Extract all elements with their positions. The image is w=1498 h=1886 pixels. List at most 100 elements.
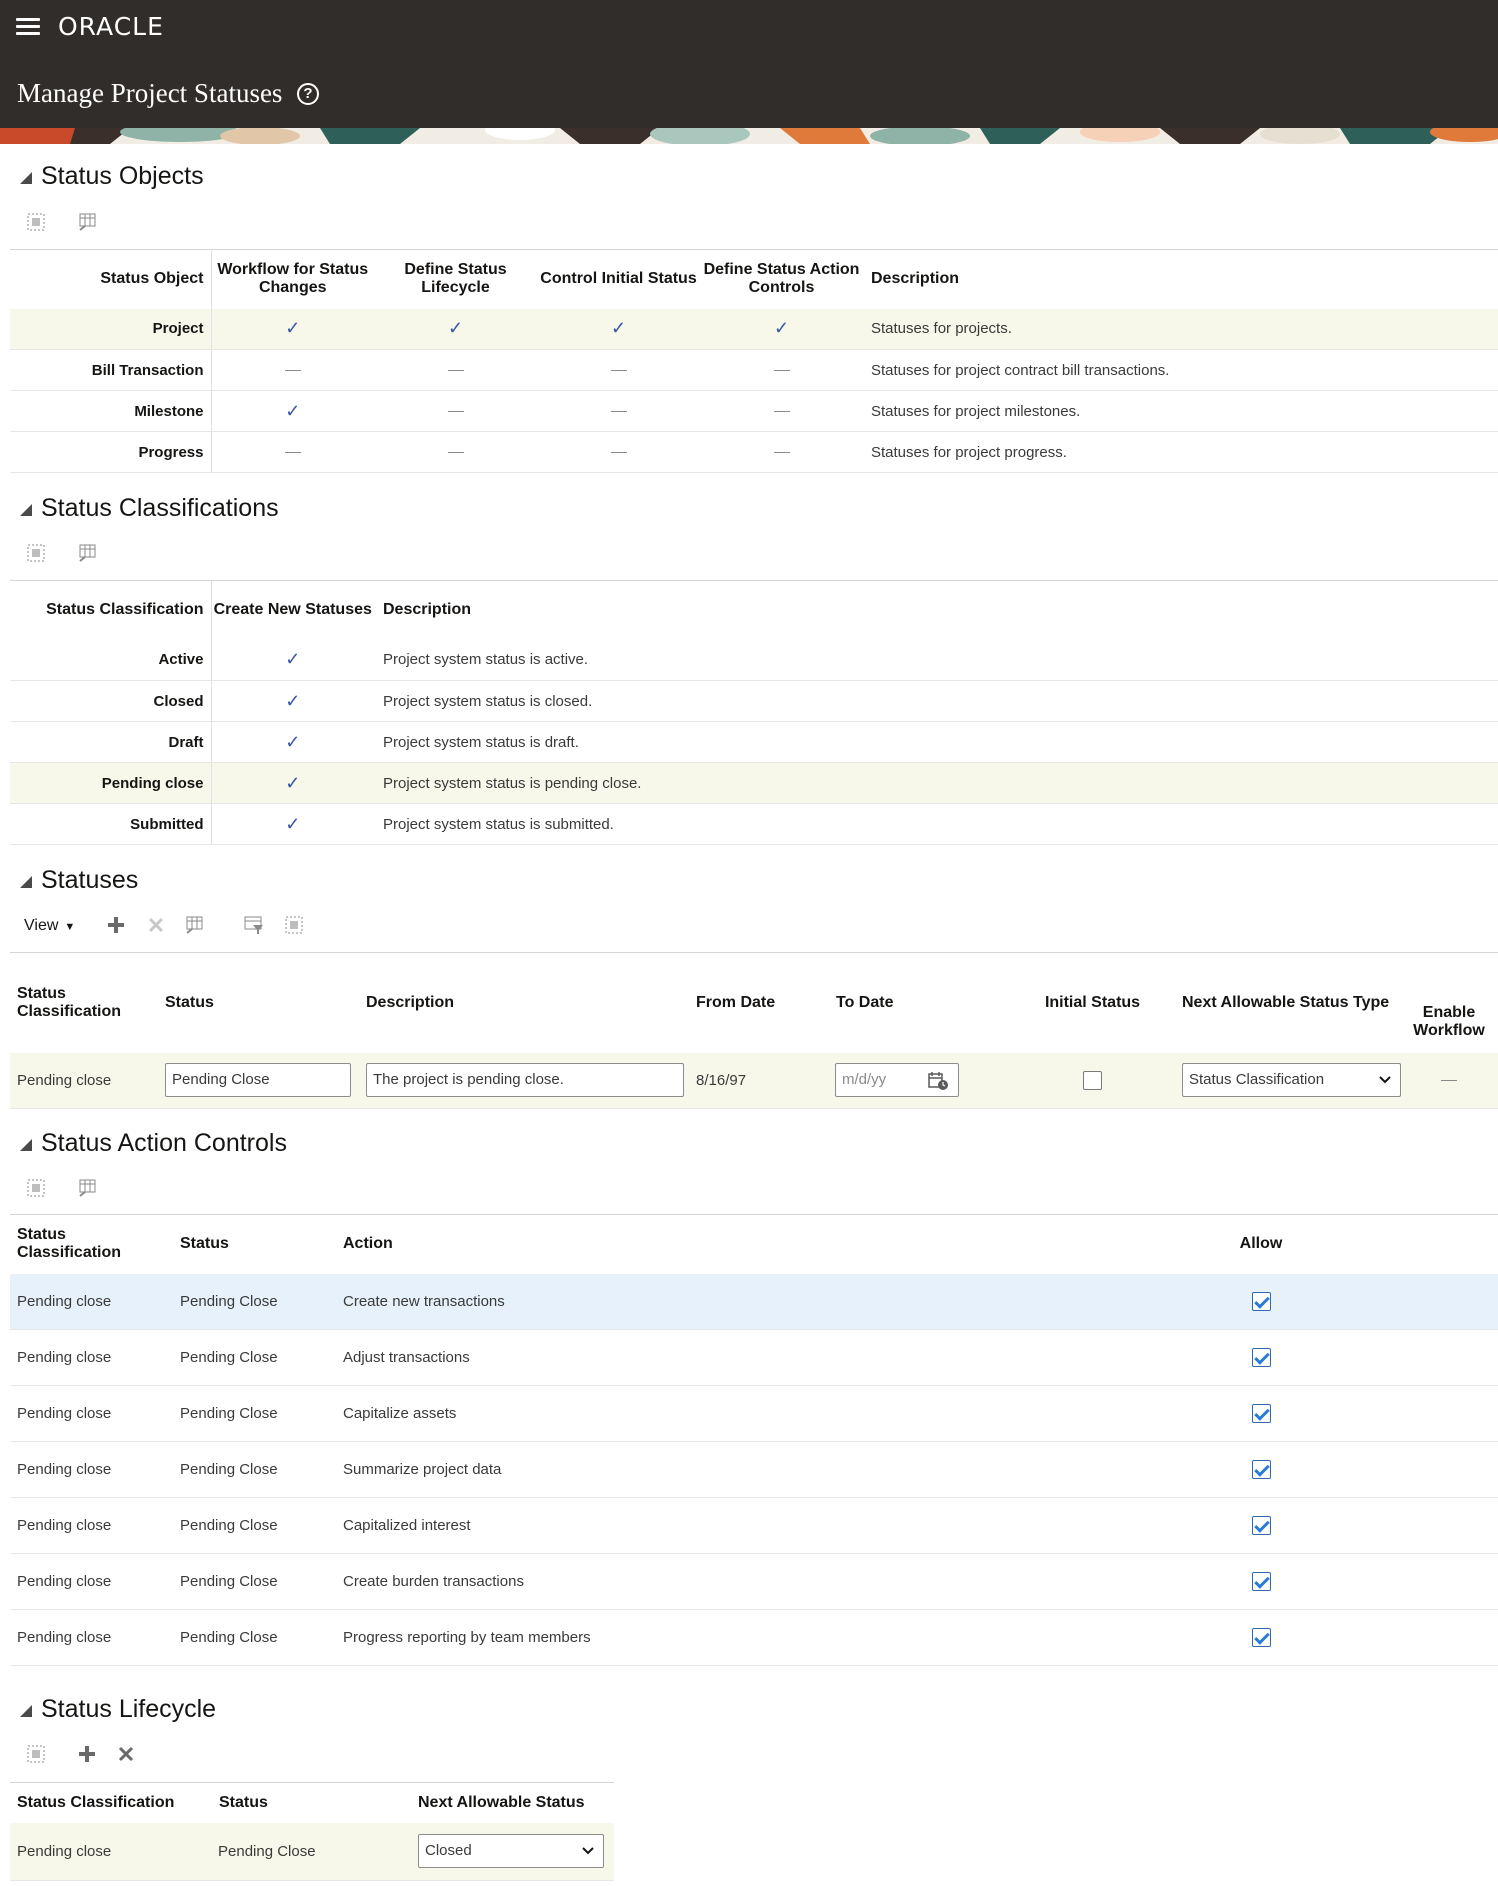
status-objects-header[interactable]: Status Objects	[10, 162, 410, 192]
oracle-logo[interactable]: ORACLE	[58, 12, 164, 41]
collapse-triangle-icon[interactable]	[20, 172, 32, 184]
col-workflow[interactable]: Workflow for Status Changes	[211, 250, 374, 309]
help-icon[interactable]: ?	[297, 83, 319, 105]
allow-checkbox[interactable]	[1251, 1516, 1271, 1535]
collapse-triangle-icon[interactable]	[20, 504, 32, 516]
detach-icon[interactable]	[283, 914, 305, 936]
col-enable-workflow[interactable]: Enable Workflow	[1400, 952, 1498, 1053]
freeze-columns-icon[interactable]	[76, 1177, 98, 1199]
table-row[interactable]: Pending close Pending Close Create new t…	[10, 1273, 1498, 1330]
freeze-columns-icon[interactable]	[76, 542, 98, 564]
col-status[interactable]: Status	[210, 1783, 410, 1823]
table-row[interactable]: Pending close Pending Close Closed	[10, 1822, 614, 1881]
detach-icon[interactable]	[25, 1177, 47, 1199]
col-action[interactable]: Action	[336, 1215, 1206, 1274]
table-row[interactable]: Active ✓ Project system status is active…	[10, 639, 1498, 681]
classification-name: Active	[10, 639, 212, 681]
delete-icon[interactable]	[115, 1743, 137, 1765]
collapse-triangle-icon[interactable]	[20, 1705, 32, 1717]
app-header: ORACLE Manage Project Statuses ?	[0, 0, 1498, 130]
col-description[interactable]: Description	[374, 581, 1498, 640]
detach-icon[interactable]	[25, 211, 47, 233]
classification-value: Pending close	[10, 1609, 173, 1666]
check-icon: ✓	[211, 721, 374, 763]
col-status[interactable]: Status	[151, 953, 352, 1053]
col-create-new-statuses[interactable]: Create New Statuses	[211, 581, 374, 640]
table-row[interactable]: Closed ✓ Project system status is closed…	[10, 680, 1498, 722]
table-row[interactable]: Pending close Pending Close Adjust trans…	[10, 1329, 1498, 1386]
classification-value: Pending close	[10, 1441, 173, 1498]
table-row[interactable]: Draft ✓ Project system status is draft.	[10, 721, 1498, 763]
col-allow[interactable]: Allow	[1206, 1215, 1316, 1274]
allow-checkbox[interactable]	[1251, 1348, 1271, 1367]
col-status-object[interactable]: Status Object	[10, 249, 212, 309]
add-icon[interactable]	[105, 914, 127, 936]
statuses-header[interactable]: Statuses	[10, 866, 410, 896]
col-status-classification[interactable]: Status Classification	[10, 1783, 210, 1823]
section-title: Status Action Controls	[41, 1129, 287, 1157]
status-action-controls-header[interactable]: Status Action Controls	[10, 1129, 410, 1159]
table-row[interactable]: Pending close ✓ Project system status is…	[10, 762, 1498, 804]
table-row[interactable]: Pending close Pending Close The project …	[10, 1052, 1498, 1109]
col-status-classification[interactable]: Status Classification	[10, 1215, 173, 1274]
add-icon[interactable]	[76, 1743, 98, 1765]
col-from-date[interactable]: From Date	[692, 953, 832, 1053]
allow-checkbox[interactable]	[1251, 1460, 1271, 1479]
col-initial-status[interactable]: Initial Status	[1015, 953, 1170, 1053]
table-row[interactable]: Project ✓ ✓ ✓ ✓ Statuses for projects.	[10, 308, 1498, 350]
classification-value: Pending close	[10, 1822, 210, 1881]
col-description[interactable]: Description	[863, 250, 1498, 309]
description-input[interactable]: The project is pending close.	[366, 1063, 684, 1098]
description: Statuses for project progress.	[863, 431, 1498, 473]
to-date-input[interactable]: m/d/yy	[835, 1063, 959, 1098]
col-next-allowable-status-type[interactable]: Next Allowable Status Type	[1170, 953, 1400, 1053]
calendar-icon[interactable]	[928, 1071, 950, 1091]
description: Project system status is closed.	[374, 680, 1498, 722]
status-classifications-table: Status Classification Create New Statuse…	[10, 580, 1498, 845]
status-lifecycle-header[interactable]: Status Lifecycle	[10, 1695, 410, 1725]
col-status-classification[interactable]: Status Classification	[10, 953, 151, 1053]
allow-checkbox[interactable]	[1251, 1291, 1271, 1311]
table-row[interactable]: Progress Statuses for project progress.	[10, 431, 1498, 473]
initial-status-checkbox[interactable]	[1083, 1070, 1102, 1090]
table-row[interactable]: Pending close Pending Close Create burde…	[10, 1553, 1498, 1610]
action-value: Summarize project data	[336, 1441, 1206, 1498]
allow-checkbox[interactable]	[1251, 1628, 1271, 1647]
allow-checkbox[interactable]	[1251, 1572, 1271, 1591]
table-row[interactable]: Pending close Pending Close Progress rep…	[10, 1609, 1498, 1666]
detach-icon[interactable]	[25, 1743, 47, 1765]
view-menu-label: View	[24, 917, 59, 934]
col-initial[interactable]: Control Initial Status	[537, 250, 700, 309]
view-menu[interactable]: View ▼	[24, 917, 75, 935]
table-row[interactable]: Submitted ✓ Project system status is sub…	[10, 803, 1498, 845]
query-by-example-icon[interactable]	[243, 914, 265, 936]
table-row[interactable]: Bill Transaction Statuses for project co…	[10, 349, 1498, 391]
table-row[interactable]: Pending close Pending Close Summarize pr…	[10, 1441, 1498, 1498]
col-description[interactable]: Description	[352, 953, 692, 1053]
freeze-columns-icon[interactable]	[183, 914, 205, 936]
col-next-allowable-status[interactable]: Next Allowable Status	[410, 1783, 614, 1823]
description: Statuses for project milestones.	[863, 390, 1498, 432]
collapse-triangle-icon[interactable]	[20, 876, 32, 888]
col-action-controls[interactable]: Define Status Action Controls	[700, 250, 863, 309]
col-to-date[interactable]: To Date	[832, 953, 1015, 1053]
status-value: Pending Close	[173, 1609, 336, 1666]
next-allowable-status-select[interactable]: Closed	[418, 1834, 604, 1869]
classification-name: Pending close	[10, 762, 212, 804]
next-allowable-status-type-select[interactable]: Status Classification	[1182, 1063, 1401, 1098]
col-status-classification[interactable]: Status Classification	[10, 580, 212, 640]
freeze-columns-icon[interactable]	[76, 211, 98, 233]
table-row[interactable]: Pending close Pending Close Capitalize a…	[10, 1385, 1498, 1442]
table-row[interactable]: Pending close Pending Close Capitalized …	[10, 1497, 1498, 1554]
status-classifications-header[interactable]: Status Classifications	[10, 494, 410, 524]
table-row[interactable]: Milestone ✓ Statuses for project milesto…	[10, 390, 1498, 432]
collapse-triangle-icon[interactable]	[20, 1139, 32, 1151]
status-input[interactable]: Pending Close	[165, 1063, 351, 1098]
delete-icon[interactable]	[145, 914, 167, 936]
description: Project system status is pending close.	[374, 762, 1498, 804]
detach-icon[interactable]	[25, 542, 47, 564]
hamburger-menu-icon[interactable]	[16, 18, 40, 36]
col-status[interactable]: Status	[173, 1215, 336, 1274]
allow-checkbox[interactable]	[1251, 1404, 1271, 1423]
col-lifecycle[interactable]: Define Status Lifecycle	[374, 250, 537, 309]
